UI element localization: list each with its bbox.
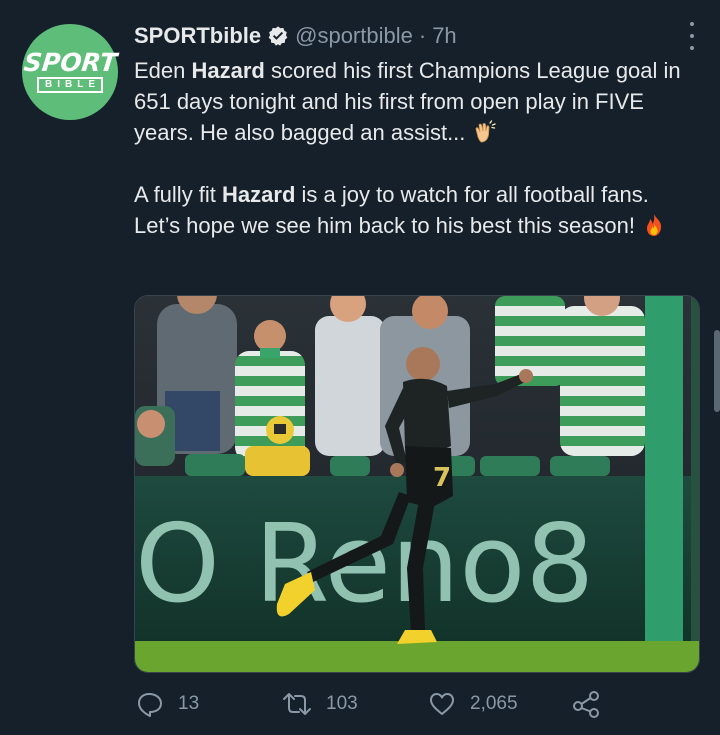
account-handle[interactable]: @sportbible (295, 23, 413, 49)
scrollbar[interactable] (714, 330, 720, 412)
football-photo: O Reno8 7 (135, 296, 699, 672)
like-count: 2,065 (470, 693, 518, 714)
reply-icon (138, 693, 162, 717)
highlight-hazard: Hazard (222, 182, 296, 207)
tweet-actions: 13 103 2,065 (134, 690, 614, 724)
share-button[interactable] (572, 690, 616, 718)
more-options-icon[interactable] (688, 22, 696, 50)
retweet-button[interactable]: 103 (282, 690, 358, 718)
board-ad-text: O Reno8 (135, 502, 594, 627)
tweet-text-segment: A fully fit (134, 182, 223, 207)
separator-dot: · (418, 23, 427, 48)
tweet-header: SPORTbible @sportbible · 7h (134, 20, 690, 52)
tweet-paragraph-1: Eden Hazard scored his first Champions L… (134, 55, 694, 148)
reply-count: 13 (178, 693, 200, 714)
avatar[interactable]: SPORT BIBLE (22, 24, 118, 120)
share-icon (573, 691, 599, 718)
account-name[interactable]: SPORTbible (134, 23, 261, 49)
tweet-text-segment: Eden (134, 58, 192, 83)
verified-badge-icon (268, 26, 288, 46)
heart-icon (430, 693, 454, 715)
retweet-icon (283, 693, 311, 715)
avatar-logo-bottom: BIBLE (37, 77, 103, 93)
retweet-count: 103 (326, 693, 358, 714)
clapping-hands-icon (476, 120, 497, 143)
tweet-timestamp[interactable]: 7h (432, 23, 456, 49)
highlight-hazard: Hazard (191, 58, 265, 83)
tweet-paragraph-2: A fully fit Hazard is a joy to watch for… (134, 179, 694, 241)
reply-button[interactable]: 13 (136, 690, 199, 718)
fire-icon (647, 214, 662, 236)
tweet-media-photo[interactable]: O Reno8 7 (134, 295, 700, 673)
like-button[interactable]: 2,065 (428, 690, 518, 718)
avatar-logo-top: SPORT (22, 48, 118, 77)
tweet-text: Eden Hazard scored his first Champions L… (134, 55, 694, 241)
shirt-number: 7 (433, 463, 451, 493)
